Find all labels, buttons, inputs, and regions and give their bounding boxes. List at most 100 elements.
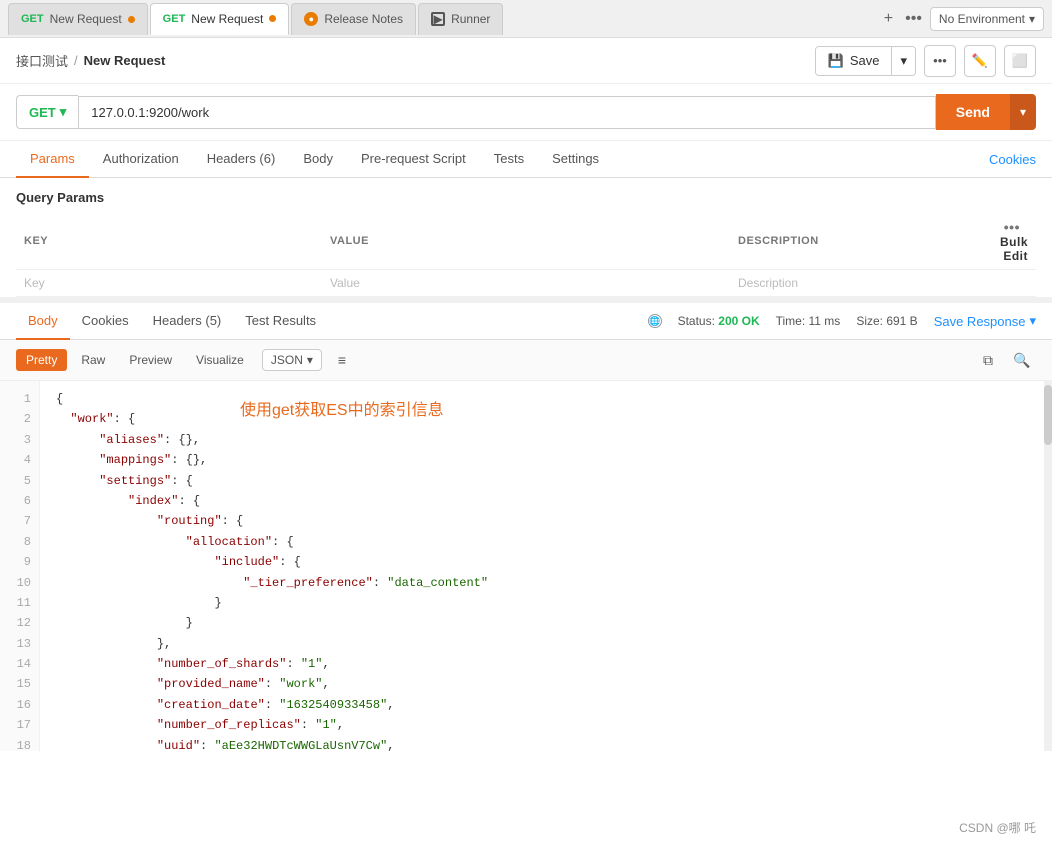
fmt-tab-raw[interactable]: Raw <box>71 349 115 371</box>
resp-tab-headers[interactable]: Headers (5) <box>141 303 234 340</box>
resp-test-label: Test Results <box>245 313 316 328</box>
wrap-text-icon[interactable]: ≡ <box>328 346 356 374</box>
fmt-tab-pretty[interactable]: Pretty <box>16 349 67 371</box>
status-badge: Status: 200 OK <box>678 314 760 328</box>
format-right-actions: ⧉ 🔍 <box>972 346 1036 374</box>
cookies-link[interactable]: Cookies <box>989 142 1036 177</box>
resp-headers-label: Headers (5) <box>153 313 222 328</box>
fmt-tab-preview[interactable]: Preview <box>119 349 182 371</box>
dots-icon: ••• <box>933 53 947 68</box>
response-meta: 🌐 Status: 200 OK Time: 11 ms Size: 691 B… <box>648 313 1036 329</box>
format-select[interactable]: JSON ▾ <box>262 349 322 371</box>
layout-icon-button[interactable]: ⬜ <box>1004 45 1036 77</box>
search-icon[interactable]: 🔍 <box>1008 346 1036 374</box>
col-value: VALUE <box>322 213 730 270</box>
chevron-down-icon: ▾ <box>1029 12 1035 26</box>
edit-icon-button[interactable]: ✏️ <box>964 45 996 77</box>
tab-method-get-1: GET <box>21 13 44 25</box>
resp-tab-body[interactable]: Body <box>16 303 70 340</box>
runner-icon: ▶ <box>431 12 445 26</box>
resp-body-label: Body <box>28 313 58 328</box>
send-dropdown-button[interactable]: ▾ <box>1010 94 1036 130</box>
tab-method-get-2: GET <box>163 13 186 25</box>
header-bar: 接口测试 / New Request 💾 Save ▾ ••• ✏️ ⬜ <box>0 38 1052 84</box>
scrollbar-thumb[interactable] <box>1044 385 1052 445</box>
chevron-down-icon: ▾ <box>900 53 907 68</box>
tab-overflow-button[interactable]: ••• <box>905 10 922 28</box>
response-time: Time: 11 ms <box>776 314 841 328</box>
breadcrumb: 接口测试 / New Request <box>16 51 165 70</box>
fmt-tab-visualize[interactable]: Visualize <box>186 349 254 371</box>
environment-select[interactable]: No Environment ▾ <box>930 7 1044 31</box>
resp-tab-cookies[interactable]: Cookies <box>70 303 141 340</box>
release-icon: ● <box>304 12 318 26</box>
breadcrumb-separator: / <box>74 53 78 68</box>
url-input[interactable] <box>78 96 935 129</box>
tab-dot-1 <box>128 16 135 23</box>
col-actions: ••• Bulk Edit <box>985 213 1036 270</box>
col-description: DESCRIPTION <box>730 213 985 270</box>
tab-bar: GET New Request GET New Request ● Releas… <box>0 0 1052 38</box>
send-button[interactable]: Send <box>936 94 1010 130</box>
tab-prerequest[interactable]: Pre-request Script <box>347 141 480 178</box>
bulk-edit-button[interactable]: Bulk Edit <box>1000 235 1028 263</box>
add-tab-button[interactable]: + <box>880 10 897 28</box>
action-cell <box>985 270 1036 297</box>
tab-headers[interactable]: Headers (6) <box>193 141 290 178</box>
tab-body-label: Body <box>303 151 333 166</box>
response-tabs-bar: Body Cookies Headers (5) Test Results 🌐 … <box>0 303 1052 340</box>
col-key: KEY <box>16 213 322 270</box>
layout-icon: ⬜ <box>1012 53 1028 69</box>
key-cell[interactable]: Key <box>16 270 322 297</box>
tab-new-request-2[interactable]: GET New Request <box>150 3 290 35</box>
method-label: GET <box>29 105 56 120</box>
tab-body[interactable]: Body <box>289 141 347 178</box>
description-cell[interactable]: Description <box>730 270 985 297</box>
copy-icon[interactable]: ⧉ <box>974 346 1002 374</box>
tab-new-request-1[interactable]: GET New Request <box>8 3 148 35</box>
tab-label-2: New Request <box>191 12 263 26</box>
header-actions: 💾 Save ▾ ••• ✏️ ⬜ <box>815 45 1036 77</box>
save-dropdown-button[interactable]: ▾ <box>891 47 915 75</box>
params-table: KEY VALUE DESCRIPTION ••• Bulk Edit Key … <box>16 213 1036 297</box>
resp-tab-test-results[interactable]: Test Results <box>233 303 328 340</box>
json-code: { "work": { "aliases": {}, "mappings": {… <box>40 381 1052 751</box>
tab-bar-actions: + ••• No Environment ▾ <box>880 7 1044 31</box>
response-section: Body Cookies Headers (5) Test Results 🌐 … <box>0 297 1052 751</box>
query-params-section: Query Params KEY VALUE DESCRIPTION ••• B… <box>0 178 1052 297</box>
more-actions-icon[interactable]: ••• <box>1004 219 1020 235</box>
line-numbers: 1 2 3 4 5 6 7 8 9 10 11 12 13 14 15 16 1… <box>0 381 40 751</box>
code-viewer: 1 2 3 4 5 6 7 8 9 10 11 12 13 14 15 16 1… <box>0 381 1052 751</box>
query-params-title: Query Params <box>16 190 1036 205</box>
tab-settings-label: Settings <box>552 151 599 166</box>
tab-tests[interactable]: Tests <box>480 141 538 178</box>
breadcrumb-parent[interactable]: 接口测试 <box>16 51 68 70</box>
tab-tests-label: Tests <box>494 151 524 166</box>
request-tabs: Params Authorization Headers (6) Body Pr… <box>0 141 1052 178</box>
edit-icon: ✏️ <box>972 53 988 69</box>
url-bar: GET ▾ Send ▾ <box>0 84 1052 141</box>
tab-headers-label: Headers (6) <box>207 151 276 166</box>
globe-icon: 🌐 <box>648 314 662 328</box>
resp-cookies-label: Cookies <box>82 313 129 328</box>
save-button-group: 💾 Save ▾ <box>815 46 916 76</box>
scrollbar[interactable] <box>1044 381 1052 751</box>
method-select[interactable]: GET ▾ <box>16 95 78 129</box>
chevron-down-icon: ▾ <box>1029 313 1036 329</box>
save-button[interactable]: 💾 Save <box>816 47 892 75</box>
tab-authorization[interactable]: Authorization <box>89 141 193 178</box>
env-label: No Environment <box>939 12 1025 26</box>
save-response-button[interactable]: Save Response ▾ <box>934 313 1036 329</box>
dots-menu-button[interactable]: ••• <box>924 45 956 77</box>
chevron-down-icon: ▾ <box>307 353 313 367</box>
tab-params-label: Params <box>30 151 75 166</box>
tab-label-release: Release Notes <box>324 12 403 26</box>
format-bar: Pretty Raw Preview Visualize JSON ▾ ≡ ⧉ … <box>0 340 1052 381</box>
value-cell[interactable]: Value <box>322 270 730 297</box>
tab-params[interactable]: Params <box>16 141 89 178</box>
tab-label-1: New Request <box>50 12 122 26</box>
tab-release-notes[interactable]: ● Release Notes <box>291 3 416 35</box>
save-label: Save <box>850 53 880 68</box>
tab-settings[interactable]: Settings <box>538 141 613 178</box>
tab-runner[interactable]: ▶ Runner <box>418 3 503 35</box>
